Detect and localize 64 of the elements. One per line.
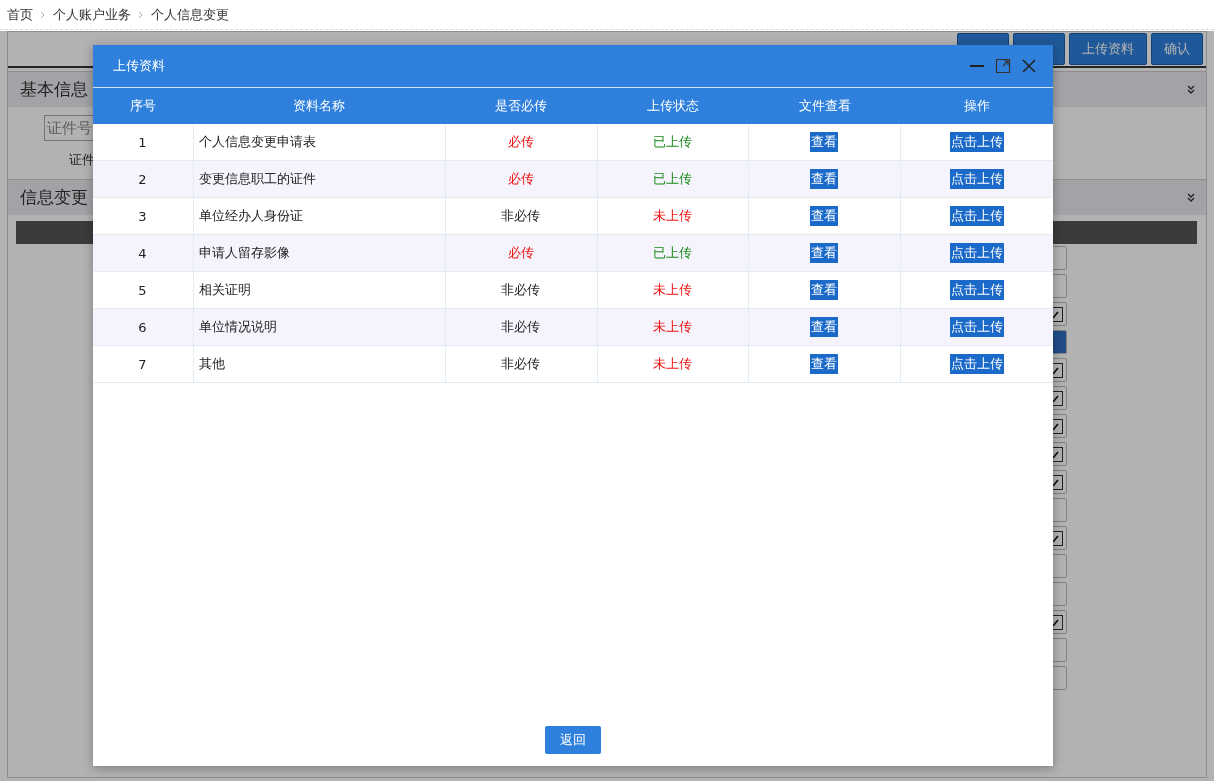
table-cell: 7 xyxy=(93,345,194,383)
toolbar-button[interactable]: 上传资料 xyxy=(1069,33,1147,65)
table-cell: 必传 xyxy=(445,234,598,272)
table-cell: 未上传 xyxy=(597,197,749,235)
upload-button[interactable]: 点击上传 xyxy=(949,132,1004,152)
table-cell: 非必传 xyxy=(445,308,598,346)
breadcrumb-link[interactable]: 个人账户业务 xyxy=(53,5,131,24)
table-cell: 个人信息变更申请表 xyxy=(193,124,446,161)
table-cell: 4 xyxy=(93,234,194,272)
table-cell: 非必传 xyxy=(445,197,598,235)
table-cell: 非必传 xyxy=(445,345,598,383)
upload-button[interactable]: 点击上传 xyxy=(949,206,1004,226)
upload-button[interactable]: 点击上传 xyxy=(949,354,1004,374)
table-cell: 已上传 xyxy=(597,160,749,198)
table-cell: 必传 xyxy=(445,160,598,198)
table-cell: 单位情况说明 xyxy=(193,308,446,346)
double-chevron-icon[interactable] xyxy=(1186,84,1196,95)
column-header: 序号 xyxy=(93,88,194,124)
table-cell: 已上传 xyxy=(597,234,749,272)
view-button[interactable]: 查看 xyxy=(810,169,838,189)
chevron-right-icon xyxy=(137,10,145,19)
table-cell: 1 xyxy=(93,124,194,161)
table-cell: 2 xyxy=(93,160,194,198)
upload-button[interactable]: 点击上传 xyxy=(949,317,1004,337)
table-cell: 申请人留存影像 xyxy=(193,234,446,272)
table-cell: 其他 xyxy=(193,345,446,383)
table-cell: 相关证明 xyxy=(193,271,446,309)
table-cell: 未上传 xyxy=(597,345,749,383)
column-header: 上传状态 xyxy=(597,88,749,124)
view-button[interactable]: 查看 xyxy=(810,206,838,226)
section-title: 基本信息 xyxy=(20,78,88,101)
column-header: 文件查看 xyxy=(748,88,901,124)
field-label: 证件 xyxy=(68,151,96,169)
view-button[interactable]: 查看 xyxy=(810,354,838,374)
maximize-icon[interactable] xyxy=(995,58,1011,74)
breadcrumb-link[interactable]: 首页 xyxy=(7,5,33,24)
table-cell: 5 xyxy=(93,271,194,309)
upload-button[interactable]: 点击上传 xyxy=(949,280,1004,300)
column-header: 是否必传 xyxy=(445,88,598,124)
upload-button[interactable]: 点击上传 xyxy=(949,243,1004,263)
table-cell: 未上传 xyxy=(597,308,749,346)
upload-button[interactable]: 点击上传 xyxy=(949,169,1004,189)
view-button[interactable]: 查看 xyxy=(810,317,838,337)
breadcrumb-link[interactable]: 个人信息变更 xyxy=(151,5,229,24)
back-button[interactable]: 返回 xyxy=(545,726,601,754)
table-cell: 单位经办人身份证 xyxy=(193,197,446,235)
view-button[interactable]: 查看 xyxy=(810,132,838,152)
column-header: 资料名称 xyxy=(193,88,446,124)
chevron-right-icon xyxy=(39,10,47,19)
double-chevron-icon[interactable] xyxy=(1186,192,1196,203)
table-cell: 非必传 xyxy=(445,271,598,309)
table-cell: 已上传 xyxy=(597,124,749,161)
dialog-title: 上传资料 xyxy=(113,57,165,75)
toolbar-button[interactable]: 确认 xyxy=(1151,33,1203,65)
table-cell: 6 xyxy=(93,308,194,346)
section-title: 信息变更 xyxy=(20,186,88,209)
table-cell: 变更信息职工的证件 xyxy=(193,160,446,198)
view-button[interactable]: 查看 xyxy=(810,243,838,263)
table-cell: 未上传 xyxy=(597,271,749,309)
table-cell: 3 xyxy=(93,197,194,235)
view-button[interactable]: 查看 xyxy=(810,280,838,300)
column-header: 操作 xyxy=(900,88,1053,124)
table-cell: 必传 xyxy=(445,124,598,161)
close-icon[interactable] xyxy=(1021,58,1037,74)
